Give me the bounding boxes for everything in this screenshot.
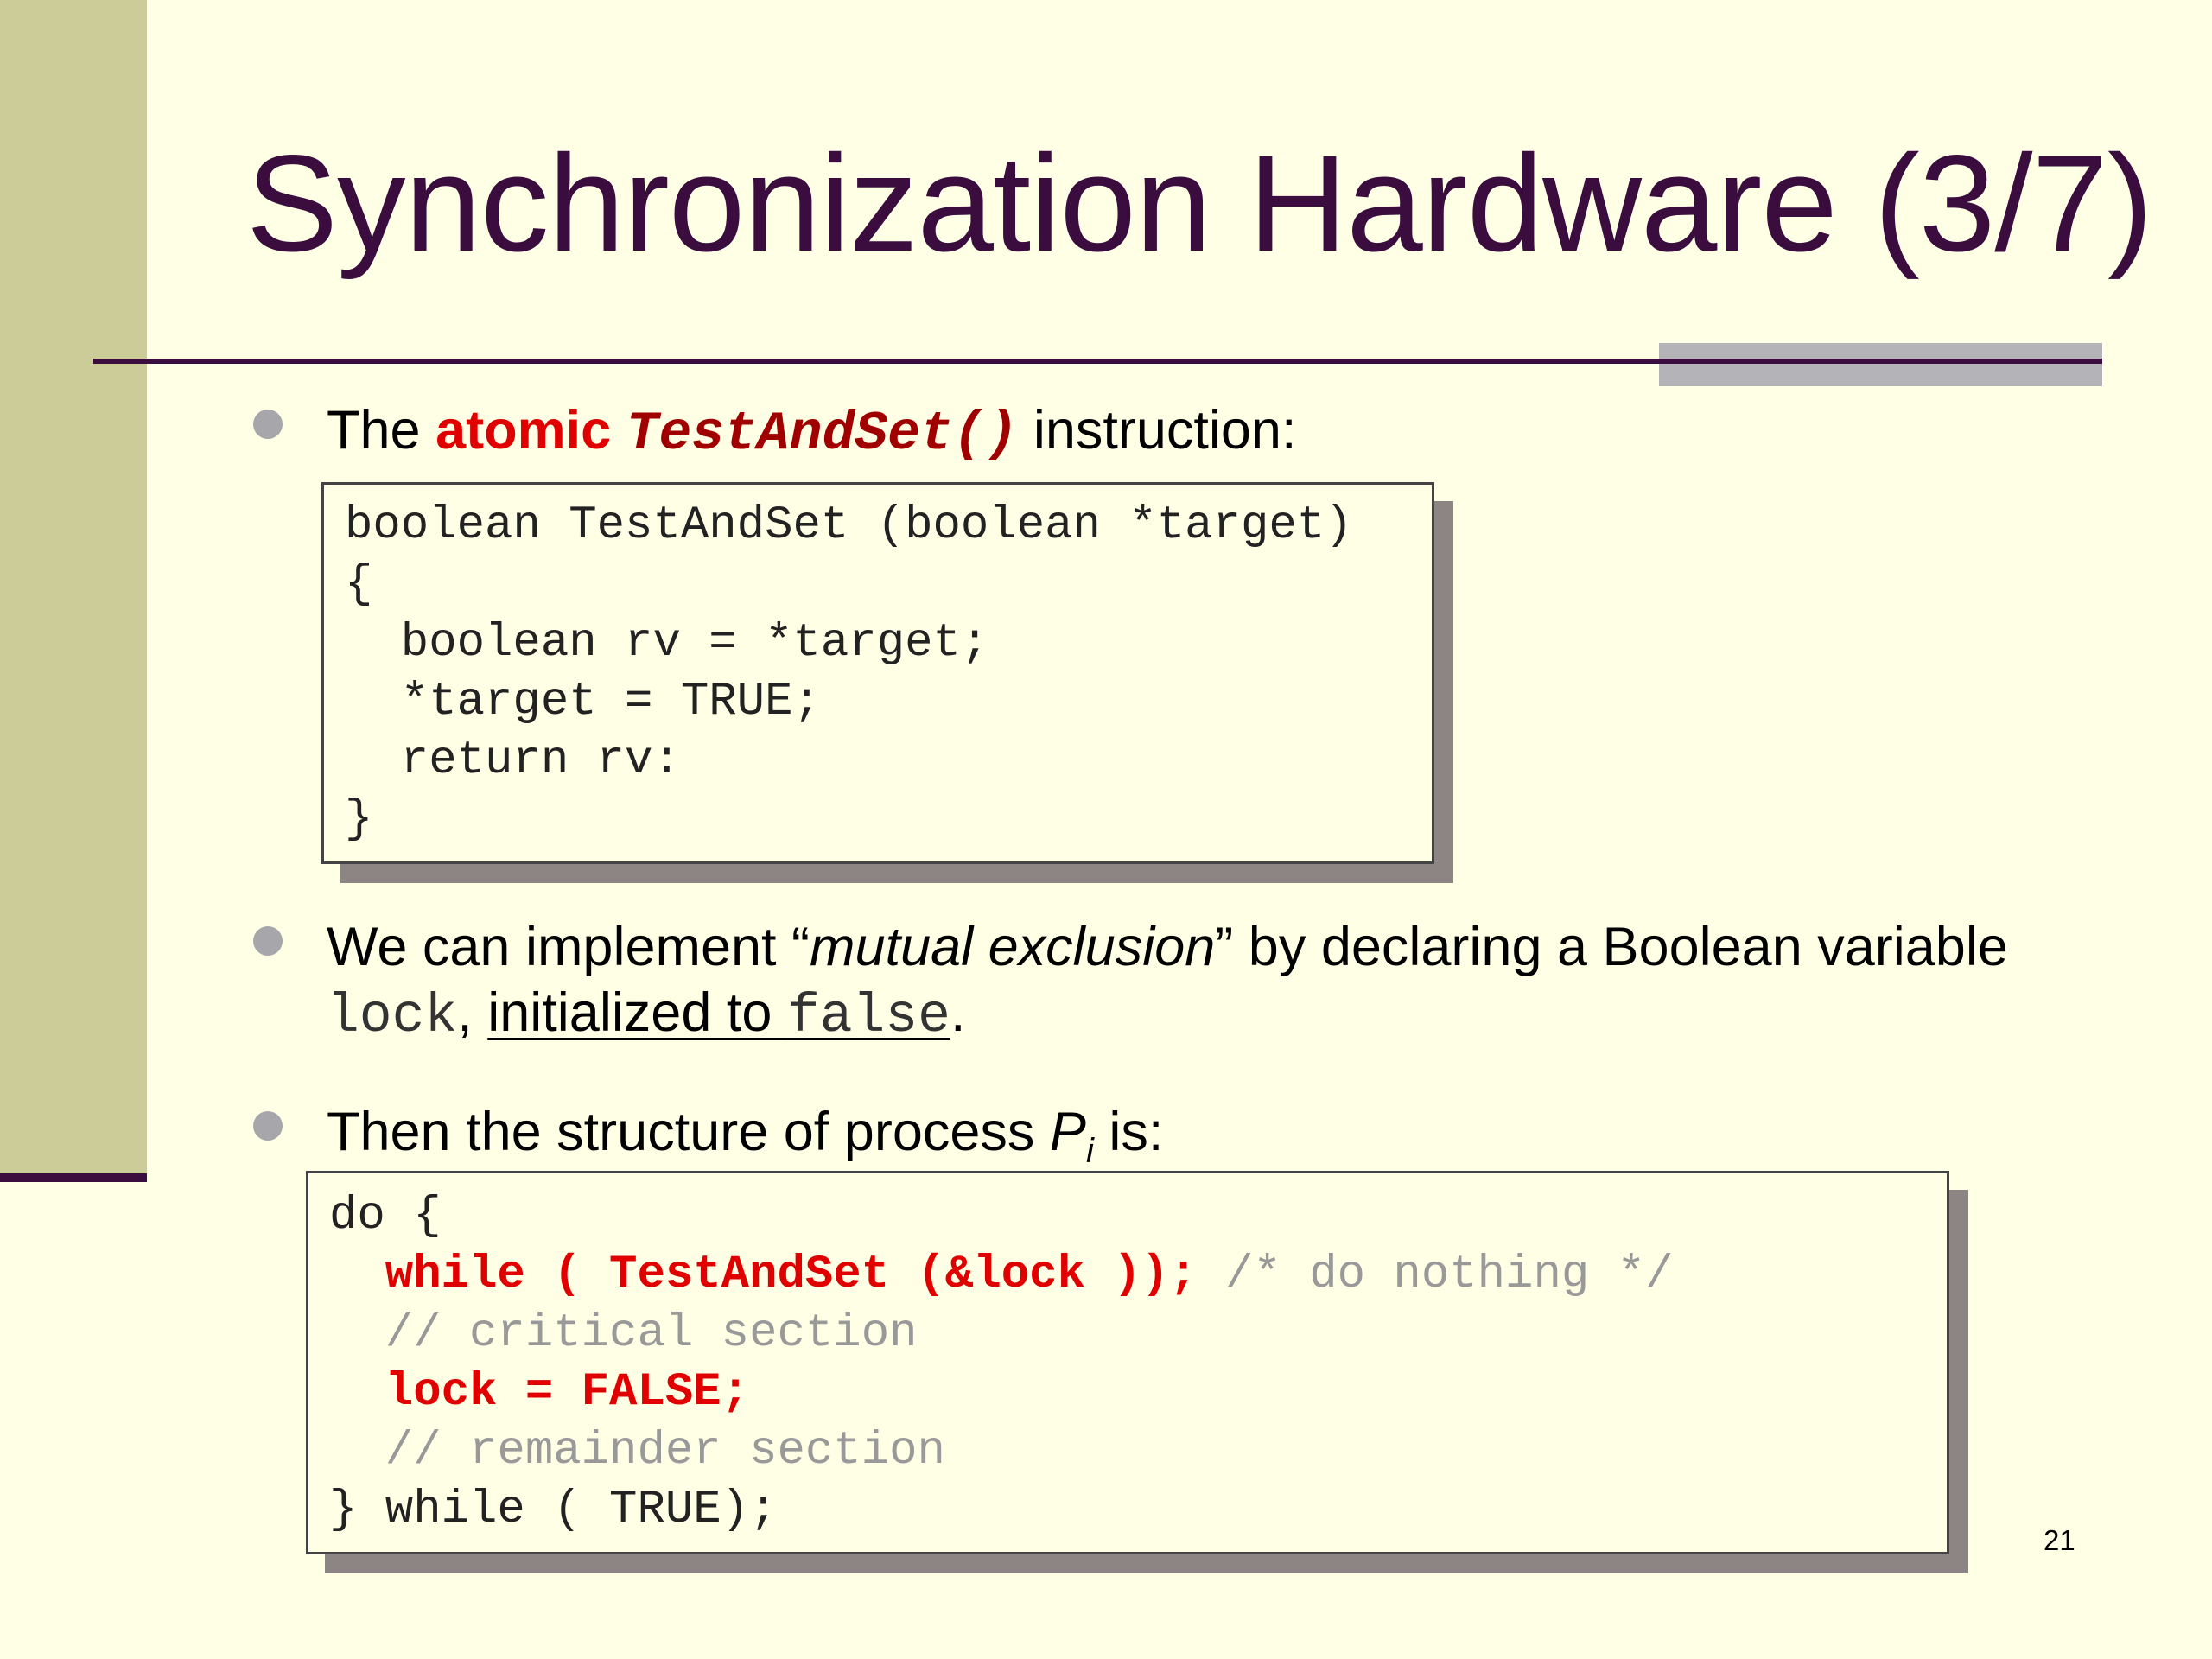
code-lock-false: lock = FALSE; (329, 1366, 750, 1419)
bullet-2-italic: mutual exclusion (810, 917, 1216, 977)
code-comment: /* do nothing */ (1197, 1249, 1674, 1301)
code-line: } (345, 793, 373, 846)
code-line: while ( TestAndSet (&lock )); /* do noth… (329, 1246, 1674, 1305)
title-rule-accent-line (1659, 359, 2102, 364)
bullet-2-comma: , (457, 982, 488, 1043)
bullet-1: The atomic TestAndSet() instruction: (327, 397, 1296, 467)
bullet-2-underlined-text: initialized to (487, 982, 787, 1043)
code-block-process-structure: do { while ( TestAndSet (&lock )); /* do… (306, 1171, 1949, 1554)
bullet-marker (253, 926, 283, 956)
bullet-1-prefix: The (327, 400, 436, 461)
side-band-line (0, 1173, 147, 1182)
side-band (0, 0, 147, 1175)
code-line: return rv: (345, 734, 681, 787)
bullet-2-underlined: initialized to false (487, 982, 950, 1047)
bullet-1-space (611, 400, 626, 461)
bullet-2-false: false (786, 986, 950, 1047)
code-line: { (345, 558, 373, 611)
slide-title: Synchronization Hardware (3/7) (246, 126, 2153, 280)
code-comment: // critical section (329, 1307, 918, 1360)
page-number: 21 (2044, 1524, 2075, 1556)
bullet-2-lock: lock (327, 986, 458, 1047)
bullet-1-func: TestAndSet() (626, 404, 1019, 465)
code-line: } while ( TRUE); (329, 1484, 778, 1536)
bullet-marker (253, 410, 283, 439)
code-block-testandset: boolean TestAndSet (boolean *target) { b… (321, 482, 1434, 864)
bullet-3-sub: i (1085, 1132, 1094, 1170)
bullet-3-text: Then the structure of process (327, 1102, 1050, 1162)
bullet-1-atomic: atomic (435, 400, 612, 461)
bullet-1-suffix: instruction: (1018, 400, 1297, 461)
code-line: boolean rv = *target; (345, 617, 989, 670)
bullet-2-text2: ” by declaring a Boolean variable (1215, 917, 2008, 977)
code-while-testandset: while ( TestAndSet (&lock )); (329, 1249, 1198, 1301)
code-comment: // remainder section (329, 1425, 945, 1478)
bullet-2-period: . (950, 982, 966, 1043)
bullet-2: We can implement “mutual exclusion” by d… (327, 914, 2072, 1050)
title-rule-accent (1659, 343, 2102, 386)
bullet-3-suffix: is: (1093, 1102, 1164, 1162)
bullet-3-p: P (1049, 1102, 1086, 1162)
code-line: boolean TestAndSet (boolean *target) (345, 499, 1353, 552)
bullet-2-text1: We can implement “ (327, 917, 810, 977)
bullet-marker (253, 1111, 283, 1141)
code-line: do { (329, 1190, 442, 1243)
code-line: *target = TRUE; (345, 676, 821, 728)
